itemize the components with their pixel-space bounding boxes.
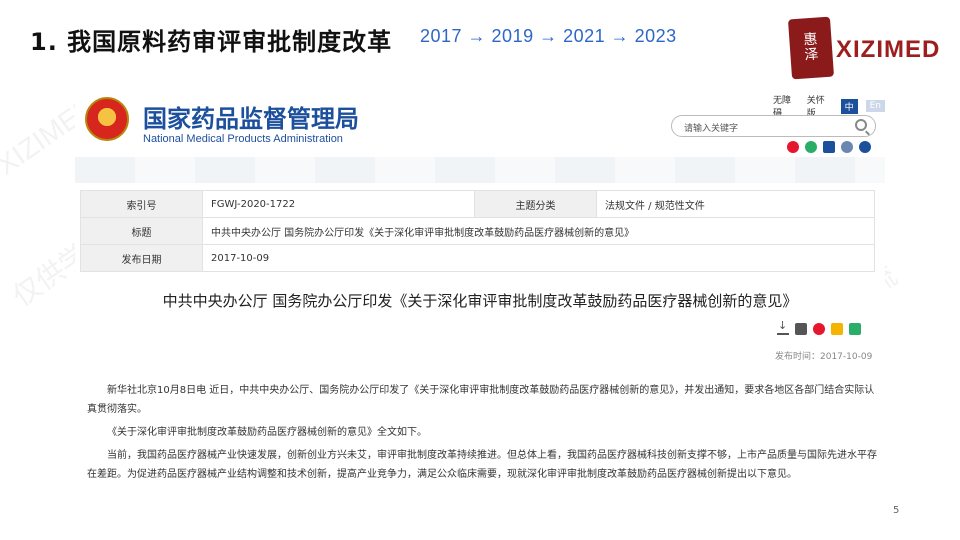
site-name[interactable]: 国家药品监督管理局 <box>143 99 359 134</box>
meta-key: 主题分类 <box>474 190 597 218</box>
national-emblem-icon: ★ <box>85 97 129 141</box>
share-weibo-icon[interactable] <box>813 323 825 335</box>
article-tools <box>777 319 861 335</box>
wechat-icon[interactable] <box>805 141 817 153</box>
website-screenshot: ★ 国家药品监督管理局 National Medical Products Ad… <box>75 85 885 510</box>
paragraph: 当前，我国药品医疗器械产业快速发展，创新创业方兴未艾，审评审批制度改革持续推进。… <box>87 450 877 480</box>
seal-logo: 惠 泽 <box>787 16 835 80</box>
timeline-text: 2017 → 2019 → 2021 → 2023 <box>420 26 677 46</box>
table-row: 索引号 FGWJ-2020-1722 主题分类 法规文件 / 规范性文件 <box>80 190 875 218</box>
meta-value: FGWJ-2020-1722 <box>202 190 475 218</box>
page-number: 5 <box>893 505 900 516</box>
share-wechat-icon[interactable] <box>849 323 861 335</box>
meta-value: 中共中央办公厅 国务院办公厅印发《关于深化审评审批制度改革鼓励药品医疗器械创新的… <box>202 217 875 245</box>
lang-cn-button[interactable]: 中 <box>840 98 858 114</box>
share-qzone-icon[interactable] <box>831 323 843 335</box>
slide-title: 1. 我国原料药审评审批制度改革 <box>30 28 393 56</box>
nav-bar <box>75 157 885 183</box>
weibo-icon[interactable] <box>787 141 799 153</box>
meta-value: 2017-10-09 <box>202 244 875 272</box>
link-icon[interactable] <box>841 141 853 153</box>
mobile-icon[interactable] <box>823 141 835 153</box>
article-title: 中共中央办公厅 国务院办公厅印发《关于深化审评审批制度改革鼓励药品医疗器械创新的… <box>162 292 798 310</box>
lang-en-button[interactable]: En <box>865 100 885 112</box>
seal-char: 泽 <box>803 46 820 64</box>
search-icon[interactable] <box>855 119 867 131</box>
search-input[interactable]: 请输入关键字 <box>671 115 876 137</box>
publish-time: 发布时间：2017-10-09 <box>775 352 873 362</box>
table-row: 发布日期 2017-10-09 <box>80 244 875 272</box>
print-icon[interactable] <box>795 323 807 335</box>
table-row: 标题 中共中央办公厅 国务院办公厅印发《关于深化审评审批制度改革鼓励药品医疗器械… <box>80 217 875 245</box>
site-name-en: National Medical Products Administration <box>143 133 343 145</box>
brand-logo: 惠 泽 XIZIMED <box>787 16 941 80</box>
meta-value: 法规文件 / 规范性文件 <box>596 190 875 218</box>
search-placeholder: 请输入关键字 <box>684 124 739 134</box>
brand-name: XIZIMED <box>836 36 941 63</box>
social-links <box>787 141 871 153</box>
meta-key: 标题 <box>80 217 203 245</box>
article-body: 新华社北京10月8日电 近日，中共中央办公厅、国务院办公厅印发了《关于深化审评审… <box>87 381 877 488</box>
user-icon[interactable] <box>859 141 871 153</box>
meta-key: 发布日期 <box>80 244 203 272</box>
paragraph: 新华社北京10月8日电 近日，中共中央办公厅、国务院办公厅印发了《关于深化审评审… <box>87 385 875 415</box>
download-icon[interactable] <box>777 319 789 335</box>
meta-table: 索引号 FGWJ-2020-1722 主题分类 法规文件 / 规范性文件 标题 … <box>80 190 875 272</box>
site-header: ★ 国家药品监督管理局 National Medical Products Ad… <box>75 85 885 155</box>
meta-key: 索引号 <box>80 190 203 218</box>
paragraph: 《关于深化审评审批制度改革鼓励药品医疗器械创新的意见》全文如下。 <box>107 427 427 438</box>
